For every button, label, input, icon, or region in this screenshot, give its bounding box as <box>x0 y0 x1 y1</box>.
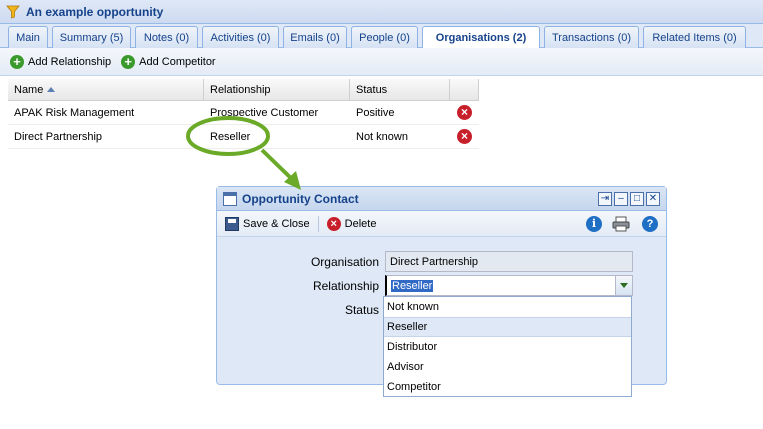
maximize-icon[interactable]: □ <box>630 192 644 206</box>
dropdown-trigger[interactable] <box>615 276 632 295</box>
dialog-header: Opportunity Contact ⇥ – □ ✕ <box>217 187 666 211</box>
delete-row-button[interactable]: × <box>450 125 479 148</box>
organisations-grid: Name Relationship Status APAK Risk Manag… <box>8 79 479 149</box>
add-competitor-label: Add Competitor <box>139 55 216 68</box>
column-name-label: Name <box>14 83 44 96</box>
add-relationship-button[interactable]: + Add Relationship <box>10 54 112 69</box>
tab-organisations[interactable]: Organisations (2) <box>422 26 540 49</box>
dropdown-option-distributor[interactable]: Distributor <box>384 337 631 357</box>
sort-ascending-icon <box>47 87 56 92</box>
status-label: Status <box>344 303 379 317</box>
save-icon <box>225 216 239 231</box>
tab-related-items[interactable]: Related Items (0) <box>643 26 746 48</box>
cell-name: APAK Risk Management <box>14 106 135 119</box>
grid-header: Name Relationship Status <box>8 79 479 101</box>
relationship-selected-value: Reseller <box>391 279 434 292</box>
plus-icon: + <box>121 54 136 69</box>
close-icon[interactable]: ✕ <box>646 192 660 206</box>
table-row[interactable]: Direct Partnership Reseller Not known × <box>8 125 479 149</box>
tab-transactions[interactable]: Transactions (0) <box>544 26 639 48</box>
plus-icon: + <box>10 54 24 69</box>
add-relationship-label: Add Relationship <box>28 55 112 68</box>
organisations-toolbar: + Add Relationship + Add Competitor <box>0 48 763 76</box>
dialog-window-controls: ⇥ – □ ✕ <box>596 192 660 206</box>
table-row[interactable]: APAK Risk Management Prospective Custome… <box>8 101 479 125</box>
column-header-name[interactable]: Name <box>8 79 204 100</box>
relationship-dropdown-list: Not known Reseller Distributor Advisor C… <box>383 296 632 397</box>
print-icon[interactable] <box>612 216 630 232</box>
relationship-select[interactable]: Reseller <box>385 275 633 296</box>
tab-activities[interactable]: Activities (0) <box>202 26 279 48</box>
cell-relationship: Reseller <box>210 130 251 143</box>
minimize-icon[interactable]: – <box>614 192 628 206</box>
save-close-label: Save & Close <box>243 217 310 230</box>
column-header-relationship[interactable]: Relationship <box>204 79 350 100</box>
window-icon <box>223 191 237 206</box>
delete-label: Delete <box>344 217 377 230</box>
delete-row-button[interactable]: × <box>450 101 479 124</box>
add-competitor-button[interactable]: + Add Competitor <box>121 54 216 69</box>
chevron-down-icon <box>620 283 628 288</box>
funnel-icon <box>6 5 20 19</box>
tab-main[interactable]: Main <box>8 26 48 48</box>
dialog-toolbar: Save & Close × Delete i ? <box>217 211 666 237</box>
tab-notes[interactable]: Notes (0) <box>135 26 198 48</box>
tab-emails[interactable]: Emails (0) <box>283 26 347 48</box>
window-title: An example opportunity <box>26 4 164 19</box>
delete-button[interactable]: × Delete <box>326 216 377 231</box>
cell-status: Positive <box>356 106 395 119</box>
pin-icon[interactable]: ⇥ <box>598 192 612 206</box>
organisation-field: Direct Partnership <box>385 251 633 272</box>
tab-people[interactable]: People (0) <box>351 26 418 48</box>
dropdown-option-competitor[interactable]: Competitor <box>384 377 631 397</box>
cell-name: Direct Partnership <box>14 130 103 143</box>
column-header-actions <box>450 79 479 100</box>
annotation-arrow <box>260 148 298 185</box>
tab-summary[interactable]: Summary (5) <box>52 26 131 48</box>
dropdown-option-reseller[interactable]: Reseller <box>384 317 631 337</box>
cell-relationship: Prospective Customer <box>210 106 319 119</box>
organisation-label: Organisation <box>310 255 379 269</box>
column-header-status[interactable]: Status <box>350 79 450 100</box>
delete-icon: × <box>457 129 472 144</box>
cell-status: Not known <box>356 130 408 143</box>
help-icon[interactable]: ? <box>642 216 658 232</box>
relationship-label: Relationship <box>312 279 379 293</box>
toolbar-separator <box>317 215 319 232</box>
delete-icon: × <box>326 216 341 231</box>
window-titlebar: An example opportunity <box>0 0 763 24</box>
dialog-toolbar-right: i ? <box>574 216 658 232</box>
delete-icon: × <box>457 105 472 120</box>
dialog-title: Opportunity Contact <box>242 191 359 206</box>
dropdown-option-advisor[interactable]: Advisor <box>384 357 631 377</box>
save-close-button[interactable]: Save & Close <box>225 216 310 231</box>
info-icon[interactable]: i <box>586 216 602 232</box>
tab-strip: Main Summary (5) Notes (0) Activities (0… <box>0 24 763 49</box>
dropdown-option-not-known[interactable]: Not known <box>384 297 631 317</box>
